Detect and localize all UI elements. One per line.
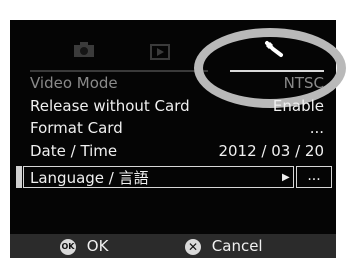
submenu-arrow-icon: ▶ <box>282 171 290 183</box>
menu-item-value[interactable]: ... <box>296 165 332 188</box>
menu-row-format-card[interactable]: Format Card ... <box>10 117 336 139</box>
menu-row-language[interactable]: Language / 言語 ▶ ... <box>10 165 336 190</box>
tab-camera[interactable] <box>30 34 138 72</box>
menu-item-value: NTSC <box>283 74 324 92</box>
menu-row-video-mode[interactable]: Video Mode NTSC <box>10 72 336 94</box>
menu-item-label: Release without Card <box>30 96 190 115</box>
ok-label: OK <box>86 237 109 255</box>
wrench-icon <box>265 41 283 57</box>
ok-button[interactable]: OK OK <box>60 234 108 258</box>
menu-row-date-time[interactable]: Date / Time 2012 / 03 / 20 <box>10 140 336 162</box>
selection-indicator <box>16 165 22 188</box>
menu-item-label: Format Card <box>30 119 123 137</box>
menu-item-label: Date / Time <box>30 141 118 160</box>
menu-row-release-without-card[interactable]: Release without Card Enable <box>10 95 336 117</box>
play-icon <box>150 44 170 60</box>
menu-item-value: Enable <box>272 96 324 115</box>
camera-icon <box>74 42 94 57</box>
menu-item-value: ... <box>309 119 324 137</box>
tab-playback[interactable] <box>138 34 208 72</box>
cancel-label: Cancel <box>211 237 263 255</box>
menu-item-label: Video Mode <box>30 74 118 92</box>
camera-menu-screen: Video Mode NTSC Release without Card Ena… <box>10 20 346 258</box>
menu-item-value: 2012 / 03 / 20 <box>218 141 324 160</box>
tab-setup[interactable] <box>230 34 324 72</box>
cancel-icon: ✕ <box>185 238 201 255</box>
ok-icon: OK <box>60 238 76 255</box>
footer-bar: OK OK ✕ Cancel <box>10 234 336 258</box>
menu-item-label: Language / 言語 <box>30 168 149 187</box>
setup-menu-list: Video Mode NTSC Release without Card Ena… <box>10 72 336 190</box>
cancel-button[interactable]: ✕ Cancel <box>185 234 263 258</box>
menu-tab-strip <box>10 28 346 108</box>
